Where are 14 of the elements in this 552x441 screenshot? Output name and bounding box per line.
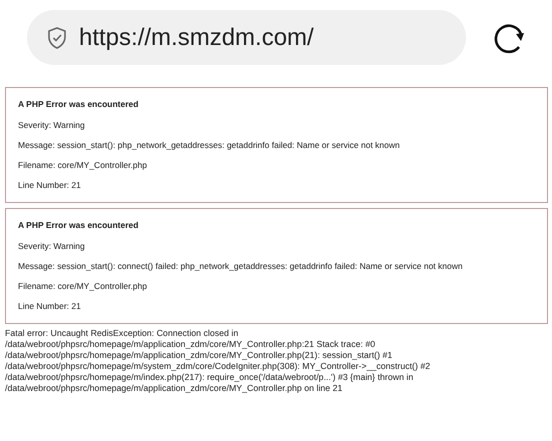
error-detail: Filename: core/MY_Controller.php	[18, 160, 148, 170]
error-detail: Line Number: 21	[18, 180, 82, 190]
error-detail: Severity: Warning	[18, 120, 86, 130]
error-detail: Message: session_start(): php_network_getaddresses: getaddrinfo failed: Name or service not known	[18, 140, 401, 150]
error-detail: Message: session_start(): connect() failed: php_network_getaddresses: getaddrinfo failed: Name or service not known	[18, 261, 464, 271]
error-title: A PHP Error was encountered	[18, 220, 140, 230]
error-title: A PHP Error was encountered	[18, 99, 140, 109]
fatal-error-text: Fatal error: Uncaught RedisException: Connection closed in /data/webroot/phpsrc/homepage/m/application_zdm/core/MY_Controller.php:21 Stack trace: #0 /data/webroot/phpsrc/homepage/m/application_zdm/core/MY_Controller.php(21): session_start() #1 /data/webroot/phpsrc/homepage/m/system_zdm/core/CodeIgniter.php(308): MY_Controller->__construct() #2 /data/webroot/phpsrc/homepage/m/index.php(217): require_once('/data/webroot/p...') #3 {main} thrown in /data/webroot/phpsrc/homepage/m/application_zdm/core/MY_Controller.php on line 21	[5, 328, 432, 394]
address-bar[interactable]: https://m.smzdm.com/	[27, 10, 466, 65]
error-detail: Line Number: 21	[18, 301, 82, 311]
error-detail: Severity: Warning	[18, 241, 86, 251]
url-text: https://m.smzdm.com/	[79, 24, 314, 52]
shield-check-icon	[47, 26, 67, 48]
error-detail: Filename: core/MY_Controller.php	[18, 281, 148, 291]
